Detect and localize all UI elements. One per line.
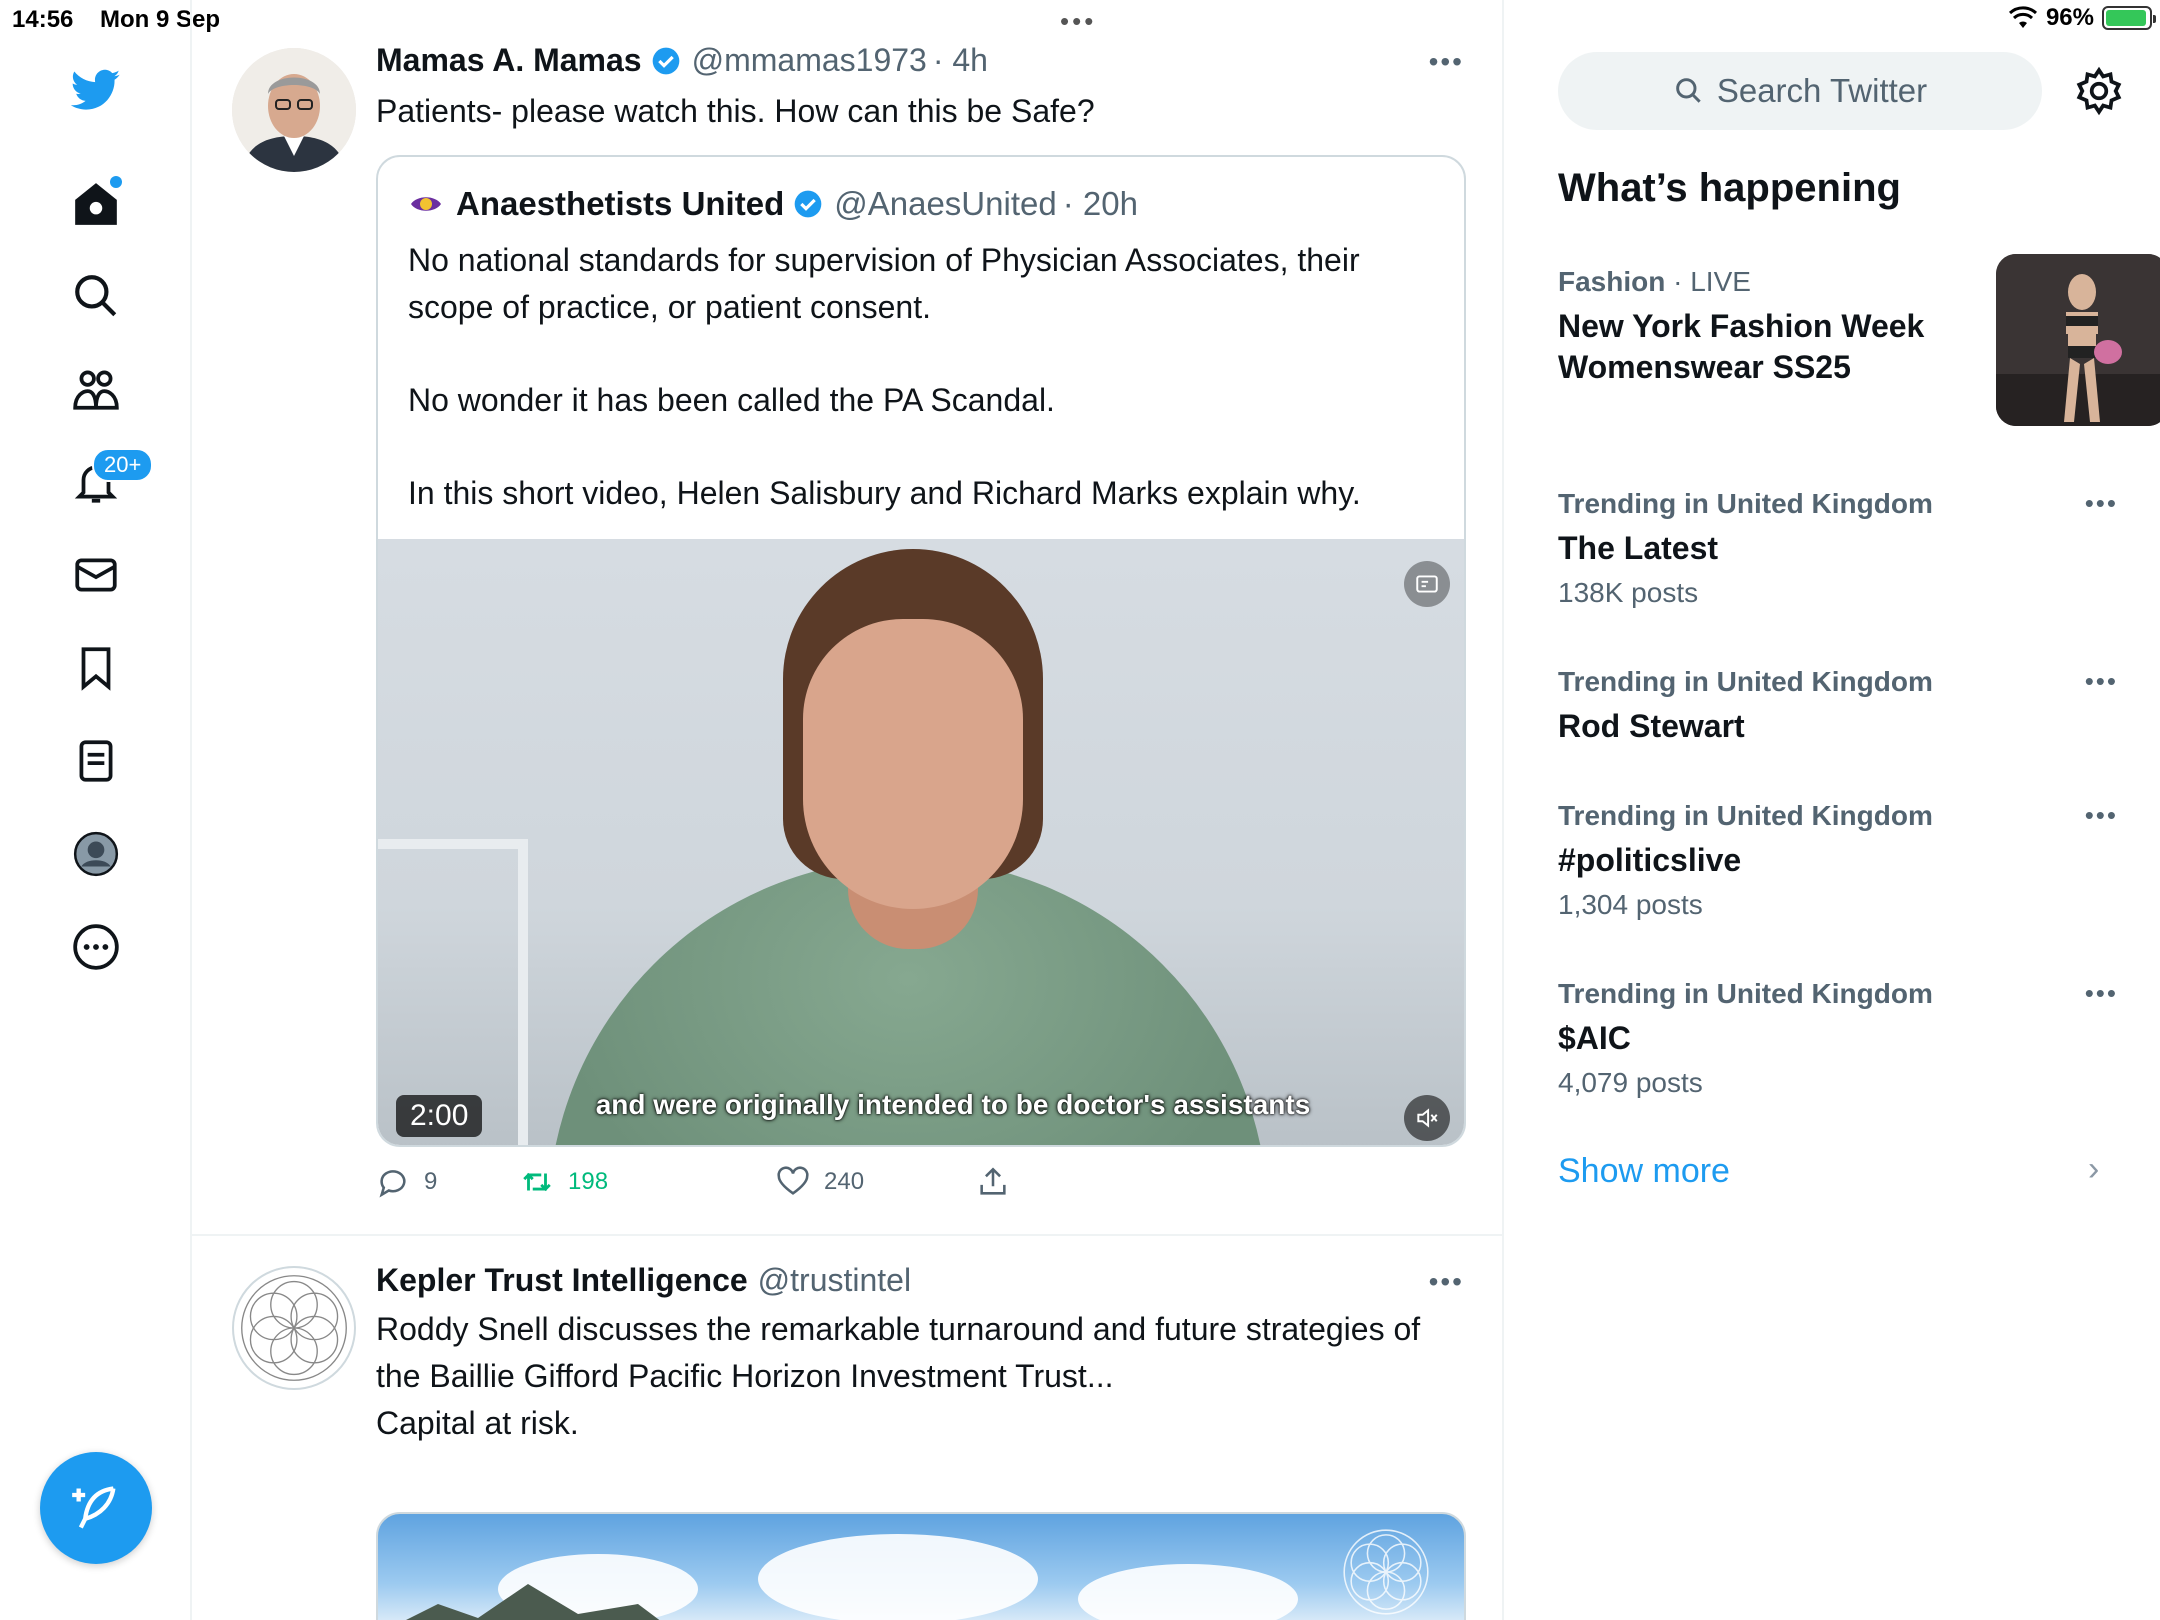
trend-context: Trending in United Kingdom: [1558, 488, 1933, 519]
cloud: [758, 1534, 1038, 1620]
trend-context: Trending in United Kingdom: [1558, 666, 1933, 697]
search-input[interactable]: Search Twitter: [1558, 52, 2042, 130]
tweet-header: Mamas A. Mamas @mmamas1973 · 4h: [376, 42, 988, 79]
quote-author-name[interactable]: Anaesthetists United: [456, 185, 784, 223]
quote-paragraph: In this short video, Helen Salisbury and…: [408, 475, 1361, 511]
tweet-time[interactable]: · 4h: [933, 42, 988, 79]
trend-more-icon[interactable]: •••: [2085, 488, 2118, 519]
tweet-actions: 9 198 240: [376, 1165, 1076, 1205]
mute-icon[interactable]: [1404, 1095, 1450, 1141]
avatar[interactable]: [232, 1266, 356, 1390]
lists-icon[interactable]: [56, 721, 136, 801]
chevron-right-icon[interactable]: ›: [2088, 1150, 2099, 1189]
share-button[interactable]: [976, 1165, 1010, 1199]
more-icon[interactable]: [56, 907, 136, 987]
author-name[interactable]: Kepler Trust Intelligence: [376, 1262, 748, 1299]
author-name[interactable]: Mamas A. Mamas: [376, 42, 642, 79]
retweet-button[interactable]: 198: [520, 1165, 608, 1199]
video-caption: and were originally intended to be docto…: [595, 1089, 1311, 1120]
search-icon: [1676, 78, 1701, 103]
trend-name: #politicslive: [1558, 842, 1742, 878]
trend-item[interactable]: Trending in United Kingdom Rod Stewart •…: [1558, 666, 2118, 747]
verified-badge-icon: [794, 190, 822, 218]
trend-name: Rod Stewart: [1558, 708, 1745, 744]
video-person-face: [803, 619, 1023, 909]
bookmarks-icon[interactable]: [56, 628, 136, 708]
trend-name: New York Fashion Week Womenswear SS25: [1558, 308, 1925, 385]
video-duration: 2:00: [396, 1095, 483, 1137]
quote-paragraph: No national standards for supervision of…: [408, 242, 1360, 325]
tweet-text-secondary: Capital at risk.: [376, 1405, 579, 1441]
verified-badge-icon: [652, 47, 679, 74]
show-more-link[interactable]: Show more: [1558, 1152, 1730, 1191]
reply-count: 9: [424, 1168, 438, 1195]
reply-button[interactable]: 9: [376, 1165, 437, 1199]
tweet-more-icon[interactable]: •••: [1429, 1266, 1464, 1298]
tweet-text: Roddy Snell discusses the remarkable tur…: [376, 1311, 1421, 1394]
quote-time: · 20h: [1062, 185, 1138, 222]
left-nav: 20+: [0, 0, 192, 1620]
mountain-shape: [406, 1584, 660, 1620]
home-unread-dot: [110, 176, 122, 188]
trend-more-icon[interactable]: •••: [2085, 666, 2118, 697]
gear-icon[interactable]: [2074, 66, 2124, 116]
cloud: [1078, 1564, 1298, 1620]
search-icon[interactable]: [56, 256, 136, 336]
trend-count: 4,079 posts: [1558, 1067, 1703, 1098]
trend-more-icon[interactable]: •••: [2085, 978, 2118, 1009]
trend-live: · LIVE: [1673, 266, 1751, 297]
video-player[interactable]: and were originally intended to be docto…: [378, 539, 1464, 1145]
tweet-media-image[interactable]: [376, 1512, 1466, 1620]
twitter-logo-icon[interactable]: [56, 50, 136, 130]
like-count: 240: [824, 1168, 865, 1195]
like-button[interactable]: 240: [776, 1165, 864, 1199]
watermark-logo-icon: [1343, 1529, 1429, 1615]
retweet-icon: [523, 1172, 551, 1192]
share-icon: [980, 1167, 1006, 1195]
trend-name: The Latest: [1558, 530, 1719, 566]
notifications-badge: 20+: [92, 448, 154, 482]
trend-context: Trending in United Kingdom: [1558, 978, 1933, 1009]
avatar[interactable]: [232, 48, 356, 172]
retweet-count: 198: [568, 1168, 609, 1195]
quote-paragraph: No wonder it has been called the PA Scan…: [408, 382, 1055, 418]
heart-icon: [777, 1166, 809, 1195]
compose-tweet-button[interactable]: [40, 1452, 152, 1564]
trend-item[interactable]: Trending in United Kingdom #politicslive…: [1558, 800, 2118, 921]
timeline: Mamas A. Mamas @mmamas1973 · 4h ••• Pati…: [192, 0, 1504, 1620]
runway-model-image: [1996, 254, 2160, 426]
quoted-tweet[interactable]: Anaesthetists United @AnaesUnited · 20h …: [376, 155, 1466, 1147]
search-placeholder: Search Twitter: [1716, 72, 1928, 109]
compose-feather-icon: [72, 1486, 116, 1529]
tweet[interactable]: Kepler Trust Intelligence @trustintel ••…: [192, 1236, 1504, 1620]
messages-icon[interactable]: [56, 535, 136, 615]
quote-text: No national standards for supervision of…: [408, 237, 1448, 563]
communities-icon[interactable]: [56, 349, 136, 429]
trend-count: 1,304 posts: [1558, 889, 1703, 920]
right-sidebar: Search Twitter What’s happening Fashion …: [1504, 0, 2160, 1620]
trend-item[interactable]: Trending in United Kingdom $AIC 4,079 po…: [1558, 978, 2118, 1099]
trend-more-icon[interactable]: •••: [2085, 800, 2118, 831]
tweet-more-icon[interactable]: •••: [1429, 46, 1464, 78]
trend-category: Fashion: [1558, 266, 1666, 297]
anaesthetists-united-logo-icon: [411, 197, 441, 211]
trend-item[interactable]: Trending in United Kingdom The Latest 13…: [1558, 488, 2118, 609]
trend-name: $AIC: [1558, 1020, 1631, 1056]
picture-in-picture-icon[interactable]: [1404, 561, 1450, 607]
trend-count: 138K posts: [1558, 577, 1699, 608]
trend-item[interactable]: Fashion · LIVE New York Fashion Week Wom…: [1558, 254, 2160, 426]
notifications-icon[interactable]: 20+: [56, 442, 154, 522]
trend-context: Trending in United Kingdom: [1558, 800, 1933, 831]
reply-icon: [379, 1170, 406, 1198]
tweet-text: Patients- please watch this. How can thi…: [376, 93, 1095, 129]
quote-header: Anaesthetists United @AnaesUnited · 20h: [408, 185, 1138, 223]
quote-author-handle[interactable]: @AnaesUnited: [834, 185, 1056, 223]
profile-icon[interactable]: [56, 814, 136, 894]
whats-happening-title: What’s happening: [1558, 166, 1901, 210]
home-icon[interactable]: [56, 164, 136, 244]
author-handle[interactable]: @mmamas1973: [692, 42, 927, 79]
author-handle[interactable]: @trustintel: [758, 1262, 911, 1299]
tweet-header: Kepler Trust Intelligence @trustintel: [376, 1262, 911, 1299]
trend-thumbnail[interactable]: [1996, 254, 2160, 426]
